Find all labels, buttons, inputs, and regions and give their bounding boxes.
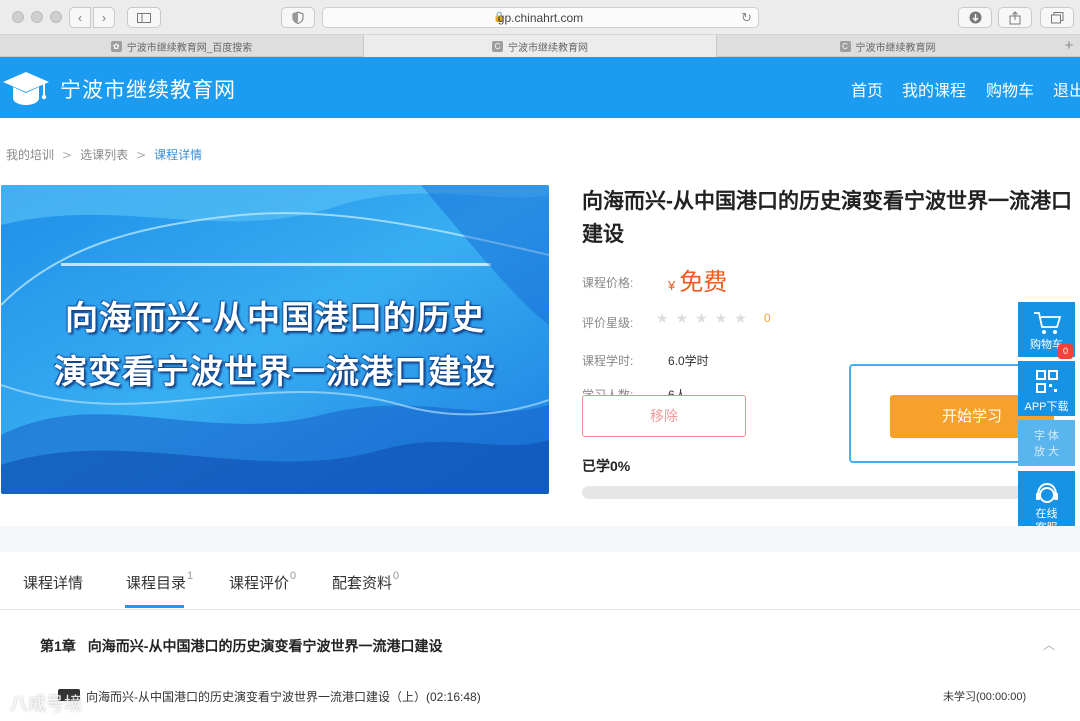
side-font-size-button[interactable]: 字 体 放 大 — [1018, 420, 1075, 466]
service-label-1: 在线 — [1035, 508, 1058, 520]
chapter-number: 第1章 — [40, 638, 76, 654]
chevron-right-icon: > — [136, 148, 147, 162]
nav-cart[interactable]: 购物车 — [986, 77, 1034, 101]
chevron-left-icon: ‹ — [78, 10, 82, 25]
sidebar-toggle-button[interactable] — [127, 7, 161, 28]
side-app-label: APP下载 — [1024, 401, 1069, 413]
browser-tab-label: 宁波市继续教育网 — [855, 42, 936, 54]
cart-icon — [1033, 312, 1061, 334]
breadcrumb-my-training[interactable]: 我的培训 — [6, 148, 54, 162]
browser-titlebar: ‹ › 🔒 gp.chinahrt.com ↻ — [0, 0, 1080, 35]
tab-course-detail[interactable]: 课程详情 — [23, 572, 83, 593]
tab-label: 课程评价 — [229, 575, 290, 592]
graduation-cap-icon — [3, 72, 49, 105]
breadcrumb-course-list[interactable]: 选课列表 — [80, 148, 128, 162]
star-icon: ★ — [695, 310, 715, 326]
tab-overview-button[interactable] — [1040, 7, 1074, 28]
qr-code-icon — [1035, 370, 1058, 393]
site-header: 宁波市继续教育网 首页 我的课程 购物车 退出 — [0, 57, 1080, 118]
tabs-icon — [1050, 11, 1063, 23]
cover-title-line-2: 演变看宁波世界一流港口建设 — [54, 353, 496, 390]
share-icon — [1009, 10, 1021, 24]
chevron-up-icon[interactable]: ︿ — [1043, 636, 1055, 653]
side-app-download-button[interactable]: APP下载 — [1018, 361, 1075, 416]
cover-background — [1, 185, 549, 494]
sidebar-icon — [137, 12, 151, 23]
star-icon: ★ — [714, 310, 735, 326]
rating-score: 0 — [764, 311, 771, 325]
browser-tab-label: 宁波市继续教育网 — [508, 42, 588, 54]
breadcrumb-course-detail: 课程详情 — [154, 148, 203, 162]
chevron-right-icon: > — [62, 148, 73, 162]
tab-label: 配套资料 — [332, 575, 393, 592]
tab-course-catalog[interactable]: 课程目录1 — [126, 570, 194, 593]
baidu-paw-icon: ✿ — [110, 40, 122, 52]
hours-label: 课程学时: — [582, 354, 634, 368]
tab-label: 课程目录 — [126, 575, 187, 592]
course-price: ¥ 免费 — [668, 262, 727, 297]
tab-label: 课程详情 — [23, 575, 84, 592]
course-title: 向海而兴-从中国港口的历史演变看宁波世界一流港口建设 — [582, 190, 1072, 246]
nav-home[interactable]: 首页 — [851, 77, 883, 101]
side-cart-button[interactable]: 购物车 0 — [1018, 302, 1075, 359]
address-bar[interactable]: 🔒 gp.chinahrt.com ↻ — [322, 7, 759, 28]
headset-icon — [1035, 482, 1058, 503]
progress-label: 已学0% — [582, 458, 631, 474]
star-icon: ★ — [734, 310, 754, 326]
forward-button[interactable]: › — [93, 7, 115, 28]
rating-label: 评价星级: — [582, 316, 634, 330]
privacy-report-button[interactable] — [281, 7, 315, 28]
currency-symbol: ¥ — [668, 278, 676, 293]
close-window-button[interactable] — [12, 11, 24, 23]
active-tab-indicator — [125, 605, 184, 608]
url-text: gp.chinahrt.com — [497, 11, 584, 25]
shield-icon — [292, 11, 304, 24]
browser-tabbar: ✿ 宁波市继续教育网_百度搜索 C 宁波市继续教育网 C 宁波市继续教育网 + — [0, 35, 1080, 57]
tab-course-reviews[interactable]: 课程评价0 — [229, 570, 297, 593]
browser-tab-baidu[interactable]: ✿ 宁波市继续教育网_百度搜索 — [0, 35, 364, 57]
download-icon — [969, 11, 981, 24]
minimize-window-button[interactable] — [31, 11, 43, 23]
tab-count: 0 — [290, 570, 297, 582]
zoom-window-button[interactable] — [50, 11, 62, 23]
tab-count: 1 — [187, 570, 194, 582]
lesson-title[interactable]: 向海而兴-从中国港口的历史演变看宁波世界一流港口建设（上）(02:16:48) — [86, 688, 481, 705]
watermark: 八戒号境 — [10, 694, 82, 714]
price-label: 课程价格: — [582, 276, 634, 290]
browser-tab-label: 宁波市继续教育网_百度搜索 — [126, 42, 253, 54]
downloads-button[interactable] — [958, 7, 992, 28]
lesson-status: 未学习(00:00:00) — [943, 691, 1027, 703]
font-size-label-2: 放 大 — [1033, 446, 1060, 458]
browser-tab-chinahrt-2[interactable]: C 宁波市继续教育网 — [717, 35, 1058, 57]
browser-tab-chinahrt-1[interactable]: C 宁波市继续教育网 — [364, 35, 717, 57]
price-value: 免费 — [679, 269, 728, 296]
star-icon: ★ — [675, 310, 696, 326]
course-cover-image: 向海而兴-从中国港口的历史 演变看宁波世界一流港口建设 — [1, 185, 549, 494]
rating-stars: ★★★★★ — [656, 310, 754, 327]
hours-value: 6.0学时 — [668, 354, 709, 368]
progress-bar — [582, 486, 1042, 499]
nav-my-courses[interactable]: 我的课程 — [902, 77, 966, 101]
site-favicon-icon: C — [492, 40, 503, 52]
tab-course-materials[interactable]: 配套资料0 — [332, 570, 400, 593]
share-button[interactable] — [998, 7, 1032, 28]
font-size-label-1: 字 体 — [1033, 430, 1060, 442]
cart-count-badge: 0 — [1058, 344, 1073, 359]
back-button[interactable]: ‹ — [69, 7, 91, 28]
breadcrumb: 我的培训 > 选课列表 > 课程详情 — [6, 146, 202, 163]
site-title[interactable]: 宁波市继续教育网 — [60, 74, 236, 104]
new-tab-button[interactable]: + — [1058, 35, 1080, 57]
chapter-header[interactable]: 第1章 向海而兴-从中国港口的历史演变看宁波世界一流港口建设 — [40, 636, 442, 656]
section-divider — [0, 526, 1080, 552]
cover-title-line-1: 向海而兴-从中国港口的历史 — [65, 299, 485, 336]
nav-logout[interactable]: 退出 — [1053, 77, 1080, 101]
tab-count: 0 — [393, 570, 400, 582]
chevron-right-icon: › — [102, 10, 106, 25]
course-tabs: 课程详情 课程目录1 课程评价0 配套资料0 — [0, 552, 1080, 610]
star-icon: ★ — [656, 310, 676, 326]
chapter-title: 向海而兴-从中国港口的历史演变看宁波世界一流港口建设 — [87, 638, 443, 654]
remove-course-button[interactable]: 移除 — [582, 395, 746, 437]
reload-icon[interactable]: ↻ — [741, 10, 752, 26]
site-favicon-icon: C — [839, 40, 851, 52]
